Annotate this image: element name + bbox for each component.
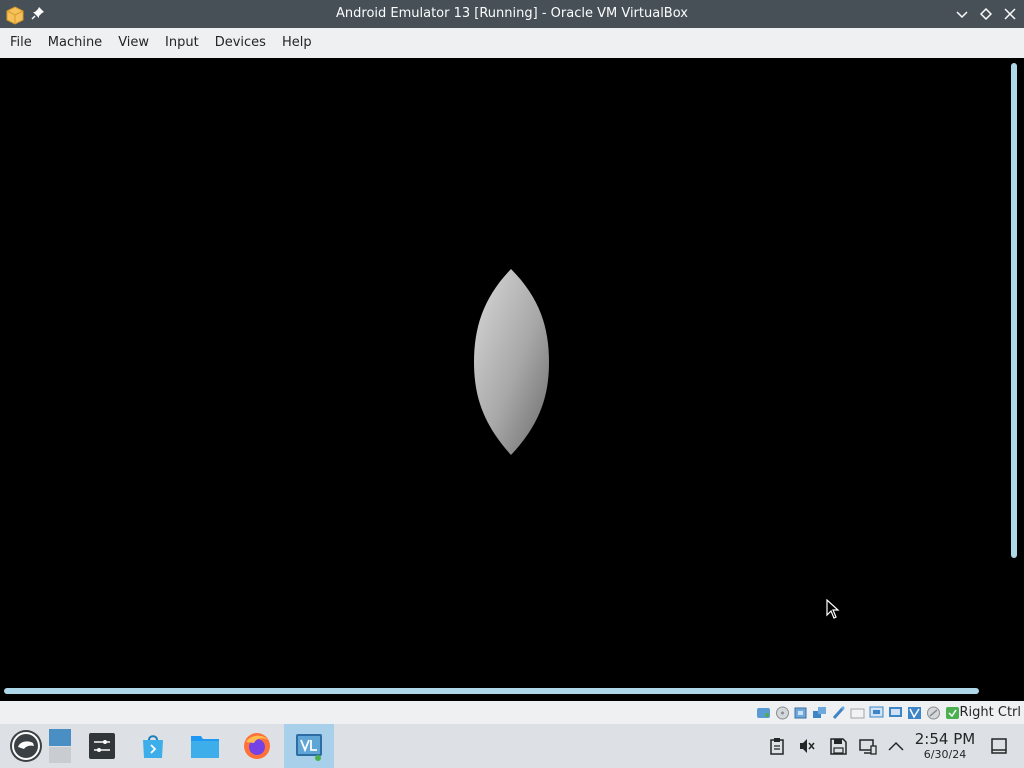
- virtualization-icon[interactable]: [907, 706, 922, 720]
- network-wired-icon: [859, 738, 877, 755]
- vm-display[interactable]: [0, 58, 1024, 701]
- application-launcher-button[interactable]: [4, 724, 48, 768]
- system-settings-button[interactable]: [80, 724, 124, 768]
- host-key-label: Right Ctrl: [959, 705, 1022, 720]
- window-titlebar: Android Emulator 13 [Running] - Oracle V…: [0, 0, 1024, 28]
- mouse-integration-icon[interactable]: [926, 706, 941, 720]
- virtualbox-task-button[interactable]: [284, 724, 334, 768]
- floppy-disk-icon: [829, 737, 847, 755]
- diamond-icon: [980, 8, 992, 20]
- shared-folders-icon[interactable]: [850, 706, 865, 720]
- show-desktop-button[interactable]: [988, 724, 1010, 768]
- chevron-up-icon: [888, 741, 904, 751]
- network-tray-button[interactable]: [857, 724, 879, 768]
- mouse-cursor-icon: [826, 599, 840, 619]
- vertical-scrollbar[interactable]: [1011, 63, 1017, 558]
- host-key-icon[interactable]: [945, 706, 960, 720]
- clock-time: 2:54 PM: [914, 730, 976, 748]
- file-manager-button[interactable]: [183, 724, 227, 768]
- menu-input[interactable]: Input: [157, 28, 207, 58]
- menu-bar: File Machine View Input Devices Help: [0, 28, 1024, 58]
- menu-view[interactable]: View: [110, 28, 157, 58]
- firefox-button[interactable]: [235, 724, 279, 768]
- virtualbox-vm-icon: [296, 734, 322, 761]
- window-title: Android Emulator 13 [Running] - Oracle V…: [336, 6, 688, 21]
- close-icon: [1004, 8, 1016, 20]
- shopping-bag-icon: [143, 735, 163, 758]
- optical-drive-icon[interactable]: [775, 706, 790, 720]
- maximize-button[interactable]: [977, 5, 995, 23]
- menu-help[interactable]: Help: [274, 28, 320, 58]
- horizontal-scrollbar[interactable]: [4, 688, 979, 694]
- clock-date: 6/30/24: [923, 748, 967, 761]
- vm-status-bar: Right Ctrl: [0, 701, 1024, 724]
- desktop-icon: [991, 738, 1007, 754]
- video-capture-icon[interactable]: [888, 706, 903, 720]
- hard-disk-icon[interactable]: [756, 706, 771, 720]
- menu-file[interactable]: File: [2, 28, 40, 58]
- desktop-pager[interactable]: [46, 724, 74, 768]
- usb-icon[interactable]: [831, 706, 846, 720]
- volume-tray-button[interactable]: [797, 724, 817, 768]
- display-icon[interactable]: [869, 706, 884, 720]
- storage-tray-button[interactable]: [828, 724, 848, 768]
- folder-icon: [191, 736, 219, 758]
- speaker-muted-icon: [800, 739, 815, 753]
- sliders-icon: [89, 733, 115, 759]
- close-button[interactable]: [1001, 5, 1019, 23]
- firefox-icon: [244, 733, 270, 759]
- discover-store-button[interactable]: [131, 724, 175, 768]
- clipboard-tray-button[interactable]: [767, 724, 787, 768]
- audio-icon[interactable]: [793, 706, 808, 720]
- clipboard-icon: [770, 738, 784, 755]
- taskbar: 2:54 PM 6/30/24: [0, 724, 1024, 768]
- minimize-button[interactable]: [953, 5, 971, 23]
- network-icon[interactable]: [812, 706, 827, 720]
- menu-machine[interactable]: Machine: [40, 28, 110, 58]
- boot-animation-shape: [474, 269, 549, 455]
- show-hidden-tray-button[interactable]: [886, 724, 906, 768]
- menu-devices[interactable]: Devices: [207, 28, 274, 58]
- opensuse-logo-icon: [10, 730, 42, 762]
- chevron-down-icon: [956, 11, 968, 19]
